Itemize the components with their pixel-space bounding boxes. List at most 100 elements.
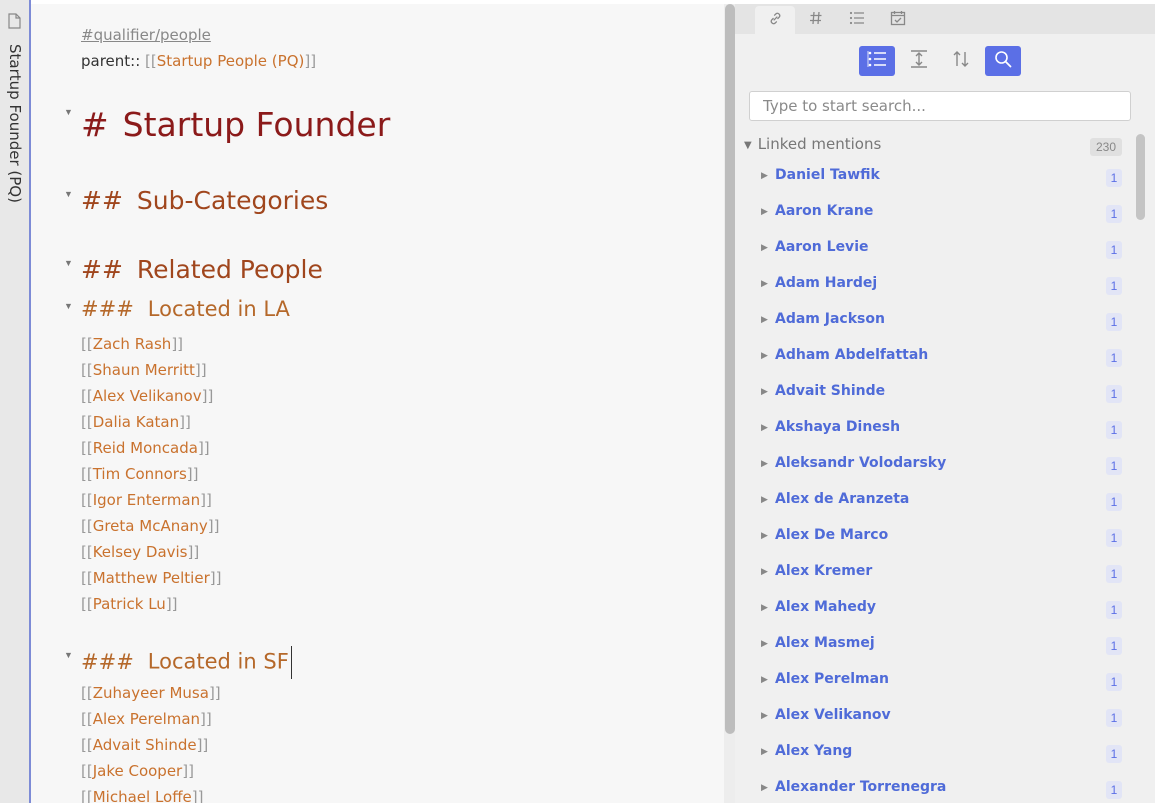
page-link[interactable]: Michael Loffe — [93, 788, 192, 803]
mention-page-link[interactable]: Aaron Levie — [775, 239, 868, 255]
collapse-caret-icon[interactable]: ▼ — [64, 107, 73, 117]
mention-page-link[interactable]: Alex Masmej — [775, 635, 875, 651]
mention-row[interactable]: ▶ Aaron Krane 1 — [735, 195, 1135, 231]
mention-page-link[interactable]: Alex Mahedy — [775, 599, 876, 615]
expand-caret-icon[interactable]: ▶ — [761, 494, 768, 505]
page-link[interactable]: Shaun Merritt — [93, 361, 195, 379]
mention-row[interactable]: ▶ Alex De Marco 1 — [735, 519, 1135, 555]
expand-caret-icon[interactable]: ▶ — [761, 602, 768, 613]
mention-page-link[interactable]: Aleksandr Volodarsky — [775, 455, 946, 471]
expand-caret-icon[interactable]: ▶ — [761, 242, 768, 253]
page-link[interactable]: Igor Enterman — [93, 491, 200, 509]
page-link[interactable]: Alex Perelman — [93, 710, 200, 728]
collapse-caret-icon[interactable]: ▼ — [64, 189, 73, 199]
mention-page-link[interactable]: Alex De Marco — [775, 527, 888, 543]
page-link[interactable]: Tim Connors — [93, 465, 187, 483]
mention-row[interactable]: ▶ Aleksandr Volodarsky 1 — [735, 447, 1135, 483]
tab-outline[interactable] — [837, 6, 877, 34]
mention-row[interactable]: ▶ Alexander Torrenegra 1 — [735, 771, 1135, 803]
expand-all-button[interactable] — [901, 46, 937, 76]
editor-scrollbar[interactable] — [724, 4, 735, 803]
parent-page-link[interactable]: Startup People (PQ) — [157, 52, 305, 70]
expand-caret-icon[interactable]: ▶ — [761, 782, 768, 793]
mention-page-link[interactable]: Alex Perelman — [775, 671, 889, 687]
page-link[interactable]: Jake Cooper — [93, 762, 183, 780]
expand-caret-icon[interactable]: ▶ — [761, 458, 768, 469]
mention-page-link[interactable]: Alex Yang — [775, 743, 852, 759]
mention-row[interactable]: ▶ Akshaya Dinesh 1 — [735, 411, 1135, 447]
editor-scrollbar-thumb[interactable] — [725, 4, 735, 734]
page-link[interactable]: Patrick Lu — [93, 595, 166, 613]
sort-button[interactable] — [943, 46, 979, 76]
mention-page-link[interactable]: Aaron Krane — [775, 203, 873, 219]
mention-page-link[interactable]: Akshaya Dinesh — [775, 419, 900, 435]
mention-page-link[interactable]: Alex Velikanov — [775, 707, 891, 723]
mention-row[interactable]: ▶ Daniel Tawfik 1 — [735, 159, 1135, 195]
heading-located-in-la[interactable]: ### Located in LA — [81, 297, 290, 321]
mention-page-link[interactable]: Adam Hardej — [775, 275, 877, 291]
mention-row[interactable]: ▶ Adam Jackson 1 — [735, 303, 1135, 339]
mention-row[interactable]: ▶ Alex Mahedy 1 — [735, 591, 1135, 627]
expand-caret-icon[interactable]: ▶ — [761, 422, 768, 433]
heading-startup-founder[interactable]: # Startup Founder — [81, 105, 390, 144]
mention-page-link[interactable]: Alexander Torrenegra — [775, 779, 946, 795]
heading-sub-categories[interactable]: ## Sub-Categories — [81, 186, 328, 215]
expand-caret-icon[interactable]: ▶ — [761, 170, 768, 181]
mention-page-link[interactable]: Advait Shinde — [775, 383, 885, 399]
expand-caret-icon[interactable]: ▶ — [761, 350, 768, 361]
expand-caret-icon[interactable]: ▶ — [761, 278, 768, 289]
mention-page-link[interactable]: Daniel Tawfik — [775, 167, 880, 183]
heading-located-in-sf[interactable]: ### Located in SF — [81, 646, 292, 679]
expand-caret-icon[interactable]: ▶ — [761, 386, 768, 397]
page-link[interactable]: Matthew Peltier — [93, 569, 210, 587]
expand-caret-icon[interactable]: ▶ — [761, 566, 768, 577]
mention-row[interactable]: ▶ Aaron Levie 1 — [735, 231, 1135, 267]
linked-mentions-header[interactable]: ▼ Linked mentions — [744, 135, 881, 153]
collapse-caret-icon[interactable]: ▼ — [64, 301, 73, 311]
mention-row[interactable]: ▶ Adam Hardej 1 — [735, 267, 1135, 303]
mention-row[interactable]: ▶ Adham Abdelfattah 1 — [735, 339, 1135, 375]
heading-related-people[interactable]: ## Related People — [81, 255, 323, 284]
page-tab[interactable]: Startup Founder (PQ) — [0, 0, 29, 803]
page-link[interactable]: Alex Velikanov — [93, 387, 202, 405]
mention-row[interactable]: ▶ Alex de Aranzeta 1 — [735, 483, 1135, 519]
page-link[interactable]: Greta McAnany — [93, 517, 208, 535]
mention-row[interactable]: ▶ Alex Yang 1 — [735, 735, 1135, 771]
expand-caret-icon[interactable]: ▶ — [761, 746, 768, 757]
tab-calendar[interactable] — [878, 6, 918, 34]
mention-row[interactable]: ▶ Alex Masmej 1 — [735, 627, 1135, 663]
list-view-button[interactable] — [859, 46, 895, 76]
sidebar-scrollbar-thumb[interactable] — [1136, 134, 1145, 220]
page-link[interactable]: Dalia Katan — [93, 413, 179, 431]
page-link[interactable]: Zach Rash — [93, 335, 172, 353]
sidebar-scrollbar[interactable] — [1135, 134, 1147, 803]
page-link[interactable]: Kelsey Davis — [93, 543, 188, 561]
mention-row[interactable]: ▶ Advait Shinde 1 — [735, 375, 1135, 411]
expand-caret-icon[interactable]: ▶ — [761, 530, 768, 541]
editor-pane[interactable]: #qualifier/people parent:: [[Startup Peo… — [31, 4, 724, 803]
mention-row[interactable]: ▶ Alex Perelman 1 — [735, 663, 1135, 699]
expand-caret-icon[interactable]: ▶ — [761, 206, 768, 217]
qualifier-tag[interactable]: #qualifier/people — [81, 26, 211, 44]
tab-tags[interactable] — [796, 6, 836, 34]
mention-page-link[interactable]: Alex de Aranzeta — [775, 491, 909, 507]
page-link[interactable]: Zuhayeer Musa — [93, 684, 209, 702]
search-input[interactable] — [749, 91, 1131, 121]
page-link[interactable]: Advait Shinde — [93, 736, 197, 754]
search-toggle-button[interactable] — [985, 46, 1021, 76]
tab-linked-references[interactable] — [755, 6, 795, 34]
mention-page-link[interactable]: Alex Kremer — [775, 563, 872, 579]
expand-caret-icon[interactable]: ▶ — [761, 674, 768, 685]
mention-row[interactable]: ▶ Alex Velikanov 1 — [735, 699, 1135, 735]
page-tab-title[interactable]: Startup Founder (PQ) — [3, 44, 27, 224]
expand-caret-icon[interactable]: ▶ — [761, 314, 768, 325]
mention-page-link[interactable]: Adham Abdelfattah — [775, 347, 928, 363]
page-link[interactable]: Reid Moncada — [93, 439, 198, 457]
mention-row[interactable]: ▶ Alex Kremer 1 — [735, 555, 1135, 591]
mention-page-link[interactable]: Adam Jackson — [775, 311, 885, 327]
collapse-caret-icon[interactable]: ▼ — [64, 650, 73, 660]
collapse-caret-icon[interactable]: ▼ — [744, 140, 752, 151]
collapse-caret-icon[interactable]: ▼ — [64, 258, 73, 268]
expand-caret-icon[interactable]: ▶ — [761, 710, 768, 721]
expand-caret-icon[interactable]: ▶ — [761, 638, 768, 649]
